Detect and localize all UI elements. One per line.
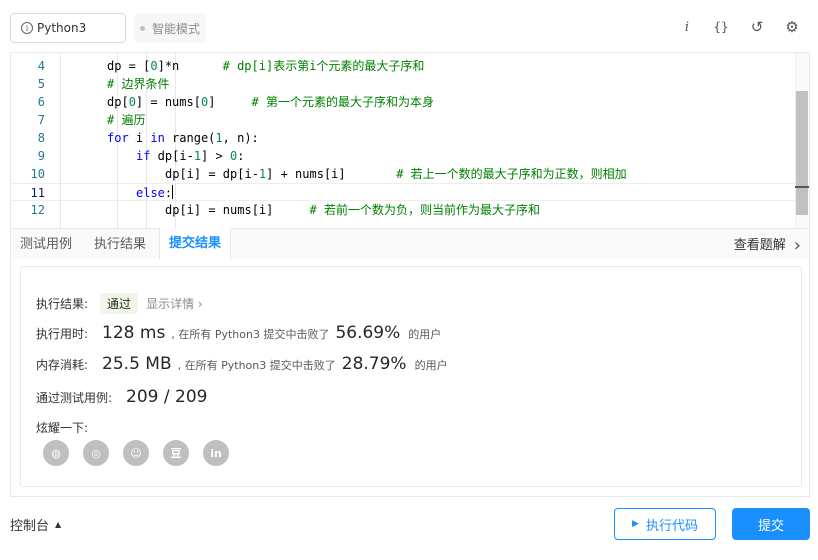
- testcase-label: 通过测试用例:: [36, 391, 113, 405]
- status-row: 执行结果: 通过 显示详情 ›: [36, 293, 203, 314]
- run-code-label: 执行代码: [645, 518, 698, 534]
- result-tabs: 测试用例 执行结果 提交结果 查看题解 ›: [10, 228, 810, 261]
- memory-value: 25.5 MB: [102, 354, 172, 374]
- show-details-link[interactable]: 显示详情 ›: [146, 295, 203, 312]
- code-text: dp[i] = nums[i] # 若前一个数为负，则当前作为最大子序和: [165, 203, 540, 217]
- testcase-count: 209 / 209: [126, 387, 208, 407]
- code-text: for i in range(1, n):: [107, 131, 259, 145]
- reset-icon[interactable]: ↺: [746, 16, 768, 38]
- code-line[interactable]: 12 dp[i] = nums[i] # 若前一个数为负，则当前作为最大子序和: [11, 201, 797, 219]
- editor-scrollbar[interactable]: [795, 53, 809, 228]
- settings-icon[interactable]: ⚙: [781, 16, 803, 38]
- submission-result-panel: 执行结果: 通过 显示详情 › 执行用时: 128 ms , 在所有 Pytho…: [10, 259, 810, 497]
- memory-beat-text: , 在所有 Python3 提交中击败了: [177, 359, 336, 372]
- result-card: 执行结果: 通过 显示详情 › 执行用时: 128 ms , 在所有 Pytho…: [20, 266, 802, 487]
- code-line[interactable]: 9 if dp[i-1] > 0:: [11, 147, 797, 165]
- runtime-row: 执行用时: 128 ms , 在所有 Python3 提交中击败了 56.69%…: [36, 323, 441, 343]
- status-badge: 通过: [100, 293, 139, 314]
- runtime-beat-text: , 在所有 Python3 提交中击败了: [171, 328, 330, 341]
- code-line[interactable]: 11 else:: [11, 183, 797, 201]
- code-line[interactable]: 6 dp[0] = nums[0] # 第一个元素的最大子序和为本身: [11, 93, 797, 111]
- line-number: 9: [37, 149, 45, 163]
- language-select[interactable]: i Python3: [10, 13, 126, 43]
- tab-submit-result[interactable]: 提交结果: [159, 228, 232, 261]
- play-icon: ▶: [632, 519, 639, 529]
- code-text: dp = [0]*n # dp[i]表示第i个元素的最大子序和: [107, 59, 425, 73]
- code-line[interactable]: 7 # 遍历: [11, 111, 797, 129]
- share-row-label: 炫耀一下:: [36, 419, 88, 436]
- memory-row: 内存消耗: 25.5 MB , 在所有 Python3 提交中击败了 28.79…: [36, 354, 448, 374]
- line-number: 11: [30, 186, 45, 200]
- tab-run-result[interactable]: 执行结果: [85, 229, 155, 261]
- code-text: # 遍历: [107, 113, 146, 127]
- memory-percent: 28.79%: [341, 354, 407, 374]
- runtime-percent: 56.69%: [335, 323, 401, 343]
- editor-scrollbar-thumb[interactable]: [796, 91, 808, 215]
- braces-icon[interactable]: {}: [710, 16, 732, 38]
- code-editor[interactable]: 4 dp = [0]*n # dp[i]表示第i个元素的最大子序和 5 # 边界条件 6…: [10, 52, 810, 228]
- line-number: 4: [37, 59, 45, 73]
- code-line[interactable]: 5 # 边界条件: [11, 75, 797, 93]
- line-number: 8: [37, 131, 45, 145]
- line-number: 5: [37, 77, 45, 91]
- language-label: Python3: [37, 21, 87, 35]
- cursor-position-marker: [795, 186, 809, 188]
- code-line[interactable]: 4 dp = [0]*n # dp[i]表示第i个元素的最大子序和: [11, 57, 797, 75]
- text-cursor: [172, 185, 174, 199]
- line-number: 12: [30, 203, 45, 217]
- submit-button[interactable]: 提交: [732, 508, 810, 540]
- caret-up-icon: ▲: [55, 520, 62, 529]
- share-label: 炫耀一下:: [36, 421, 89, 435]
- editor-toolbar: i Python3 智能模式 i {} ↺ ⚙: [0, 0, 818, 52]
- code-line[interactable]: 10 dp[i] = dp[i-1] + nums[i] # 若上一个数的最大子序…: [11, 165, 797, 183]
- smart-mode-toggle[interactable]: 智能模式: [134, 13, 207, 43]
- testcase-row: 通过测试用例: 209 / 209: [36, 387, 207, 407]
- wechat-icon[interactable]: ◍: [43, 440, 69, 466]
- line-number: 7: [37, 113, 45, 127]
- chevron-right-icon: ›: [793, 234, 801, 256]
- smart-mode-dot-icon: [140, 25, 145, 31]
- line-number: 6: [37, 95, 45, 109]
- info-italic-icon[interactable]: i: [676, 16, 698, 38]
- code-text: # 边界条件: [107, 77, 170, 91]
- status-label: 执行结果:: [36, 297, 89, 311]
- qq-icon[interactable]: ☺: [123, 440, 149, 466]
- line-number: 10: [30, 167, 45, 181]
- share-icons: ◍ ◎ ☺ 豆 in: [43, 440, 243, 466]
- smart-mode-label: 智能模式: [152, 21, 201, 36]
- linkedin-icon[interactable]: in: [203, 440, 229, 466]
- memory-label: 内存消耗:: [36, 358, 89, 372]
- runtime-label: 执行用时:: [36, 327, 89, 341]
- code-text: dp[0] = nums[0] # 第一个元素的最大子序和为本身: [107, 95, 434, 109]
- console-label: 控制台: [10, 519, 50, 534]
- runtime-value: 128 ms: [102, 323, 166, 343]
- info-icon: i: [21, 22, 33, 34]
- run-code-button[interactable]: ▶ 执行代码: [614, 508, 716, 540]
- view-solution-link[interactable]: 查看题解 ›: [734, 229, 801, 261]
- code-text: else:: [136, 185, 174, 200]
- memory-after-text: 的用户: [414, 359, 448, 372]
- douban-icon[interactable]: 豆: [163, 440, 189, 466]
- runtime-after-text: 的用户: [408, 328, 442, 341]
- code-line[interactable]: 8 for i in range(1, n):: [11, 129, 797, 147]
- view-solution-label: 查看题解: [733, 237, 786, 253]
- weibo-icon[interactable]: ◎: [83, 440, 109, 466]
- code-text: dp[i] = dp[i-1] + nums[i] # 若上一个数的最大子序和为…: [165, 167, 627, 181]
- console-toggle[interactable]: 控制台 ▲: [10, 515, 61, 534]
- code-text: if dp[i-1] > 0:: [136, 149, 245, 163]
- tab-testcase[interactable]: 测试用例: [11, 229, 81, 261]
